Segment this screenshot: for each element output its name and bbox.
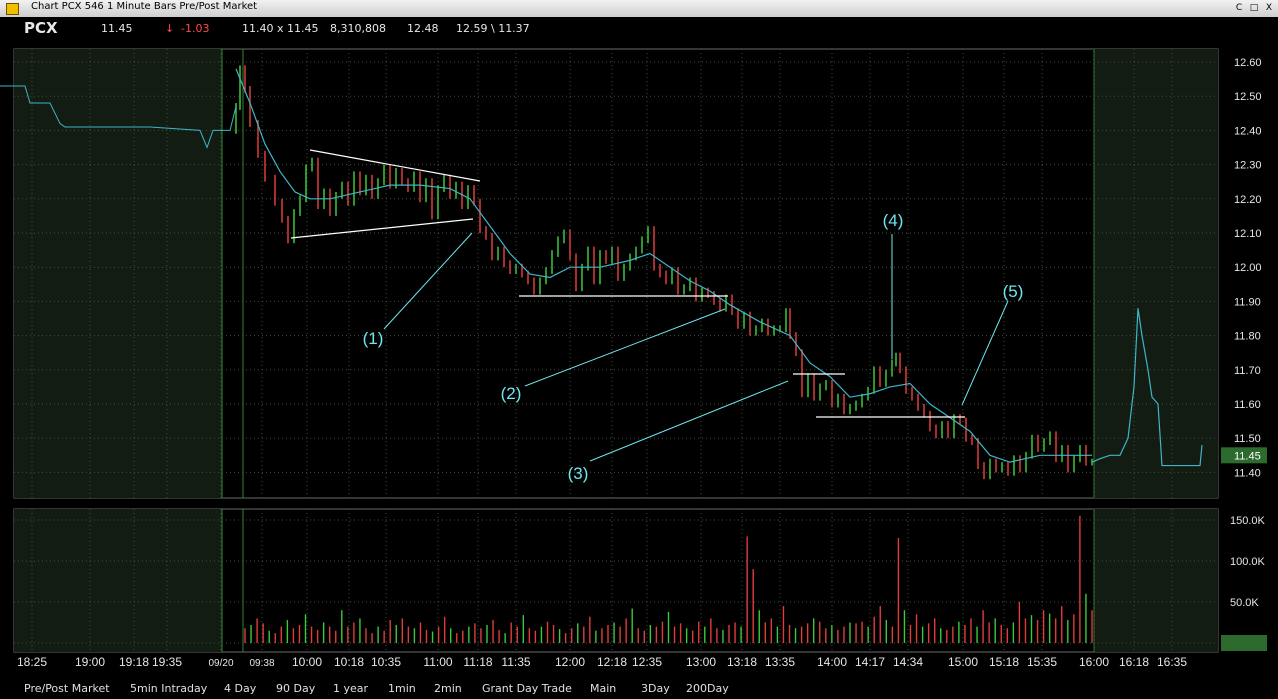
tab-1min[interactable]: 1min xyxy=(388,682,416,695)
volume: 8,310,808 xyxy=(330,22,386,35)
price-tick-label: 12.30 xyxy=(1234,160,1262,172)
time-tick-label: 16:35 xyxy=(1157,655,1187,669)
annotation-label: (2) xyxy=(501,384,522,403)
price-tick-label: 12.60 xyxy=(1234,57,1262,69)
time-tick-label: 13:35 xyxy=(765,655,795,669)
time-tick-label: 15:35 xyxy=(1027,655,1057,669)
annotation-label: (4) xyxy=(883,211,904,230)
time-tick-label: 19:35 xyxy=(152,655,182,669)
maximize-button[interactable]: □ xyxy=(1247,2,1261,14)
symbol[interactable]: PCX xyxy=(24,19,58,37)
close-button[interactable]: X xyxy=(1262,2,1276,14)
time-tick-label: 15:18 xyxy=(989,655,1019,669)
down-arrow-icon: ↓ xyxy=(165,22,175,35)
current-price-label: 11.45 xyxy=(1234,450,1261,462)
chart-app-icon xyxy=(6,3,19,15)
tab-5min-intraday[interactable]: 5min Intraday xyxy=(130,682,207,695)
time-tick-label: 13:00 xyxy=(686,655,716,669)
time-tick-label: 10:00 xyxy=(292,655,322,669)
time-tick-label: 13:18 xyxy=(727,655,757,669)
time-tick-label: 12:35 xyxy=(632,655,662,669)
volume-tick-label: 150.0K xyxy=(1230,515,1266,527)
time-tick-label: 19:18 xyxy=(119,655,149,669)
time-tick-label: 11:00 xyxy=(423,655,452,669)
time-tick-label: 19:00 xyxy=(75,655,105,669)
price-tick-label: 11.70 xyxy=(1234,365,1261,377)
time-tick-label: 18:25 xyxy=(17,655,47,669)
price-tick-label: 11.40 xyxy=(1234,467,1261,479)
prepost-shade-volume xyxy=(14,509,222,652)
price-tick-label: 11.50 xyxy=(1234,433,1261,445)
tab-grant-day-trade[interactable]: Grant Day Trade xyxy=(482,682,572,695)
price-tick-label: 12.00 xyxy=(1234,262,1262,274)
window-title-bar: Chart PCX 546 1 Minute Bars Pre/Post Mar… xyxy=(0,0,1278,18)
time-tick-label: 11:18 xyxy=(463,655,492,669)
price-tick-label: 11.80 xyxy=(1234,331,1261,343)
chart-tabs: Pre/Post Market 5min Intraday 4 Day 90 Day 1… xyxy=(0,680,1278,699)
tab-main[interactable]: Main xyxy=(590,682,616,695)
price-tick-label: 11.60 xyxy=(1234,399,1261,411)
last-price: 11.45 xyxy=(101,22,133,35)
price-chart[interactable]: 12.60 12.50 12.40 12.30 12.20 12.10 12.00 11.90… xyxy=(0,41,1278,680)
prepost-shade-volume xyxy=(1094,509,1218,652)
tab-2min[interactable]: 2min xyxy=(434,682,462,695)
current-volume-box xyxy=(1221,635,1267,651)
price-tick-label: 12.40 xyxy=(1234,125,1262,137)
tab-1-year[interactable]: 1 year xyxy=(333,682,368,695)
tab-200day[interactable]: 200Day xyxy=(686,682,729,695)
time-tick-label: 16:18 xyxy=(1119,655,1149,669)
price-tick-label: 12.50 xyxy=(1234,91,1262,103)
prepost-shade-price xyxy=(1094,49,1218,498)
time-tick-label: 14:00 xyxy=(817,655,847,669)
time-tick-label: 14:34 xyxy=(893,655,923,669)
time-tick-label: 14:17 xyxy=(855,655,885,669)
time-tick-label: 10:18 xyxy=(334,655,364,669)
quote-bar: PCX 11.45 ↓ -1.03 11.40 x 11.45 8,310,80… xyxy=(0,17,1278,41)
tab-4-day[interactable]: 4 Day xyxy=(224,682,256,695)
time-tick-label: 09/20 xyxy=(208,658,233,669)
time-tick-label: 10:35 xyxy=(371,655,401,669)
tab-3day[interactable]: 3Day xyxy=(641,682,670,695)
volume-tick-label: 50.0K xyxy=(1230,597,1259,609)
time-tick-label: 12:18 xyxy=(597,655,627,669)
time-tick-label: 16:00 xyxy=(1079,655,1109,669)
prepost-shade-price xyxy=(14,49,222,498)
time-tick-label: 11:35 xyxy=(501,655,530,669)
time-tick-label: 15:00 xyxy=(948,655,978,669)
time-tick-label: 09:38 xyxy=(249,658,274,669)
price-tick-label: 12.10 xyxy=(1234,228,1262,240)
tab-90-day[interactable]: 90 Day xyxy=(276,682,315,695)
annotation-label: (5) xyxy=(1003,282,1024,301)
net-change: -1.03 xyxy=(181,22,210,35)
price-tick-label: 12.20 xyxy=(1234,194,1262,206)
volume-tick-label: 100.0K xyxy=(1230,556,1266,568)
high-low: 12.59 \ 11.37 xyxy=(456,22,530,35)
time-tick-label: 12:00 xyxy=(555,655,585,669)
annotation-label: (3) xyxy=(568,464,589,483)
tab-pre-post-market[interactable]: Pre/Post Market xyxy=(24,682,110,695)
window-title: Chart PCX 546 1 Minute Bars Pre/Post Mar… xyxy=(31,1,258,12)
close-option-button[interactable]: C xyxy=(1232,2,1246,14)
annotation-label: (1) xyxy=(363,329,384,348)
prev-close: 12.48 xyxy=(407,22,439,35)
bid-ask: 11.40 x 11.45 xyxy=(242,22,319,35)
price-tick-label: 11.90 xyxy=(1234,296,1261,308)
